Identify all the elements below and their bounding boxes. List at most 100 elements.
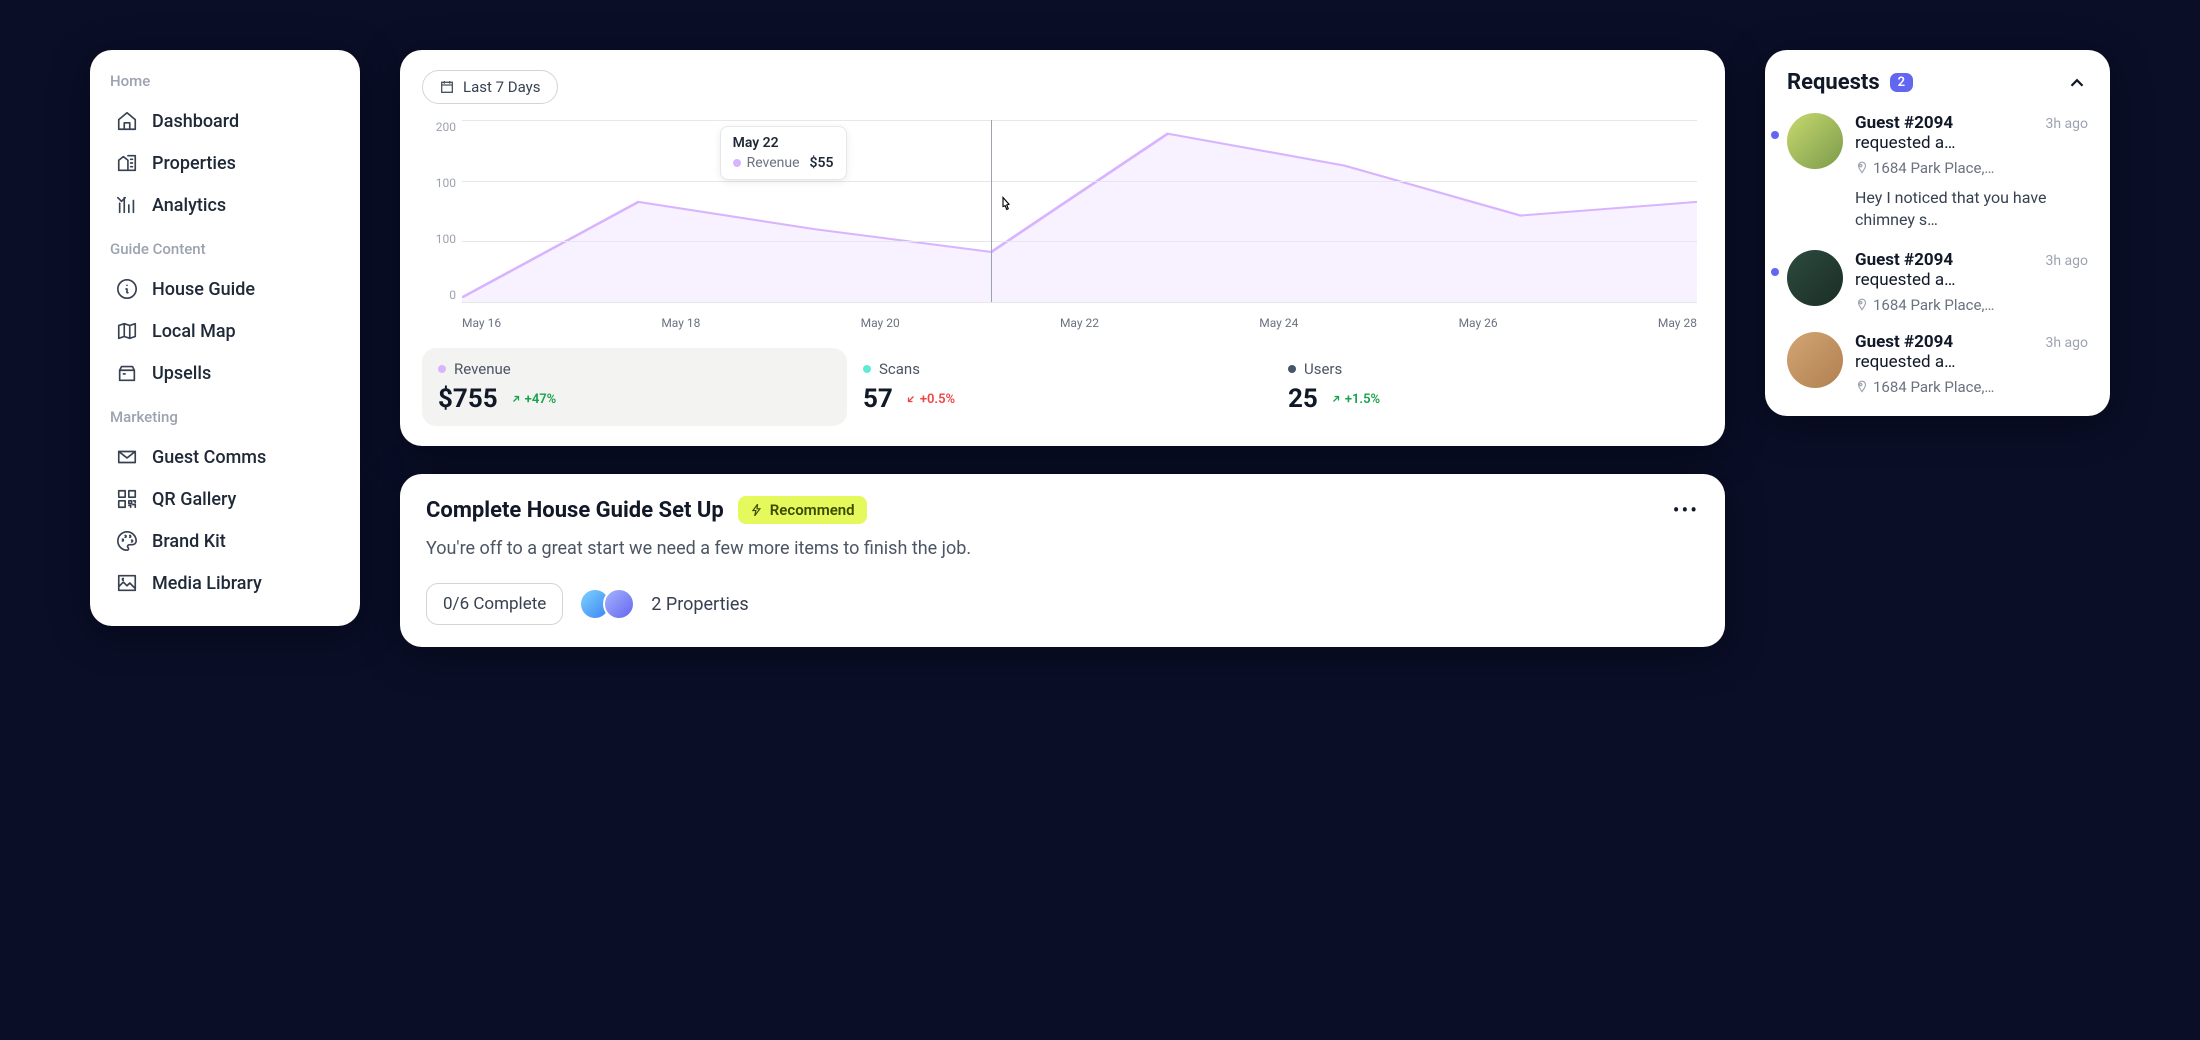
chevron-up-icon	[2066, 72, 2088, 94]
pin-icon	[1855, 161, 1869, 175]
upsells-icon	[116, 362, 138, 384]
task-menu-button[interactable]: •••	[1673, 498, 1699, 522]
chart-area[interactable]: 200 100 100 0 May 22 Revenue $55	[422, 120, 1697, 330]
request-item[interactable]: Guest #2094 3h agorequested a… 1684 Park P…	[1787, 232, 2088, 314]
x-tick: May 18	[661, 316, 700, 330]
sidebar-item-house-guide[interactable]: House Guide	[110, 268, 340, 310]
pointer-cursor-icon	[997, 196, 1015, 214]
sidebar-item-label: Upsells	[152, 363, 211, 384]
sidebar-item-label: Guest Comms	[152, 447, 266, 468]
recommend-badge: Recommend	[738, 496, 867, 524]
requests-panel: Requests 2 Guest #20943h agorequested a……	[1765, 50, 2110, 416]
request-location: 1684 Park Place,…	[1855, 159, 2088, 177]
properties-count: 2 Properties	[651, 594, 748, 615]
main-column: Last 7 Days 200 100 100 0 May 22 Revenue $5…	[400, 50, 1725, 647]
sidebar-item-dashboard[interactable]: Dashboard	[110, 100, 340, 142]
recommend-badge-label: Recommend	[770, 501, 855, 519]
request-item[interactable]: Guest #20943h agorequested a…1684 Park P…	[1787, 314, 2088, 396]
request-location: 1684 Park Place,…	[1855, 296, 2088, 314]
sidebar-item-guest-comms[interactable]: Guest Comms	[110, 436, 340, 478]
tooltip-date: May 22	[733, 135, 834, 151]
tooltip-value: $55	[810, 155, 834, 171]
properties-icon	[116, 152, 138, 174]
sidebar-item-analytics[interactable]: Analytics	[110, 184, 340, 226]
requests-title: Requests	[1787, 70, 1880, 95]
calendar-icon	[439, 79, 455, 95]
request-time: 3h ago	[2045, 116, 2088, 132]
avatar	[1787, 250, 1843, 306]
x-tick: May 20	[861, 316, 900, 330]
sidebar-item-media-library[interactable]: Media Library	[110, 562, 340, 604]
tooltip-dot	[733, 159, 741, 167]
line-chart	[462, 120, 1697, 302]
metric-revenue[interactable]: Revenue $755 +47%	[422, 348, 847, 426]
unread-dot-icon	[1771, 268, 1779, 276]
request-action: requested a…	[1855, 270, 2088, 290]
image-icon	[116, 572, 138, 594]
request-guest: Guest #2094	[1855, 113, 1953, 133]
sidebar: Home Dashboard Properties Analytics Guide Co…	[90, 50, 360, 626]
y-tick: 100	[422, 176, 456, 190]
lightning-icon	[750, 503, 764, 517]
date-range-label: Last 7 Days	[463, 78, 541, 96]
metric-delta: +1.5%	[1330, 392, 1380, 407]
metric-value: 25	[1288, 384, 1318, 414]
date-range-selector[interactable]: Last 7 Days	[422, 70, 558, 104]
sidebar-section-label: Guide Content	[110, 240, 340, 258]
metric-label: Revenue	[454, 360, 511, 378]
metric-label: Users	[1304, 360, 1342, 378]
palette-icon	[116, 530, 138, 552]
metric-value: $755	[438, 384, 498, 414]
metrics-row: Revenue $755 +47% Scans57+0.5% Users 25 +1.5%	[422, 348, 1697, 426]
request-guest: Guest #2094	[1855, 332, 1953, 352]
y-tick: 0	[422, 288, 456, 302]
x-tick: May 26	[1459, 316, 1498, 330]
sidebar-item-label: Media Library	[152, 573, 262, 594]
avatar	[603, 588, 635, 620]
sidebar-item-brand-kit[interactable]: Brand Kit	[110, 520, 340, 562]
setup-task-card: Complete House Guide Set Up Recommend ••…	[400, 474, 1725, 647]
sidebar-section-label: Marketing	[110, 408, 340, 426]
sidebar-section-label: Home	[110, 72, 340, 90]
sidebar-item-upsells[interactable]: Upsells	[110, 352, 340, 394]
tooltip-series: Revenue	[747, 155, 800, 171]
x-tick: May 22	[1060, 316, 1099, 330]
home-icon	[116, 110, 138, 132]
sidebar-item-properties[interactable]: Properties	[110, 142, 340, 184]
task-progress-pill[interactable]: 0/6 Complete	[426, 583, 563, 625]
metric-users[interactable]: Users 25 +1.5%	[1272, 348, 1697, 426]
sidebar-item-label: Local Map	[152, 321, 236, 342]
unread-dot-icon	[1771, 131, 1779, 139]
metric-delta: +47%	[510, 392, 557, 407]
request-item[interactable]: Guest #20943h agorequested a…1684 Park P…	[1787, 95, 2088, 232]
request-guest: Guest #2094	[1855, 250, 1953, 270]
sidebar-item-label: Analytics	[152, 195, 226, 216]
sidebar-item-label: QR Gallery	[152, 489, 236, 510]
requests-count-badge: 2	[1890, 73, 1913, 92]
metric-scans[interactable]: Scans57+0.5%	[847, 348, 1272, 426]
request-time: 3h ago	[2045, 253, 2088, 269]
avatar	[1787, 332, 1843, 388]
analytics-icon	[116, 194, 138, 216]
qr-icon	[116, 488, 138, 510]
collapse-button[interactable]	[2066, 72, 2088, 94]
property-avatars	[579, 588, 635, 620]
sidebar-item-local-map[interactable]: Local Map	[110, 310, 340, 352]
metric-delta: +0.5%	[905, 392, 955, 407]
y-tick: 200	[422, 120, 456, 134]
x-tick: May 24	[1259, 316, 1298, 330]
y-axis: 200 100 100 0	[422, 120, 456, 302]
request-message: Hey I noticed that you have chimney s…	[1855, 187, 2088, 232]
chart-plot: May 22 Revenue $55	[462, 120, 1697, 302]
request-location: 1684 Park Place,…	[1855, 378, 2088, 396]
x-tick: May 16	[462, 316, 501, 330]
task-description: You're off to a great start we need a fe…	[426, 536, 1699, 561]
y-tick: 100	[422, 232, 456, 246]
chart-hover-line	[991, 120, 992, 302]
task-title: Complete House Guide Set Up	[426, 498, 724, 523]
metric-label: Scans	[879, 360, 920, 378]
sidebar-item-qr-gallery[interactable]: QR Gallery	[110, 478, 340, 520]
sidebar-item-label: Dashboard	[152, 111, 239, 132]
x-axis: May 16May 18May 20May 22May 24May 26May …	[462, 316, 1697, 330]
pin-icon	[1855, 298, 1869, 312]
